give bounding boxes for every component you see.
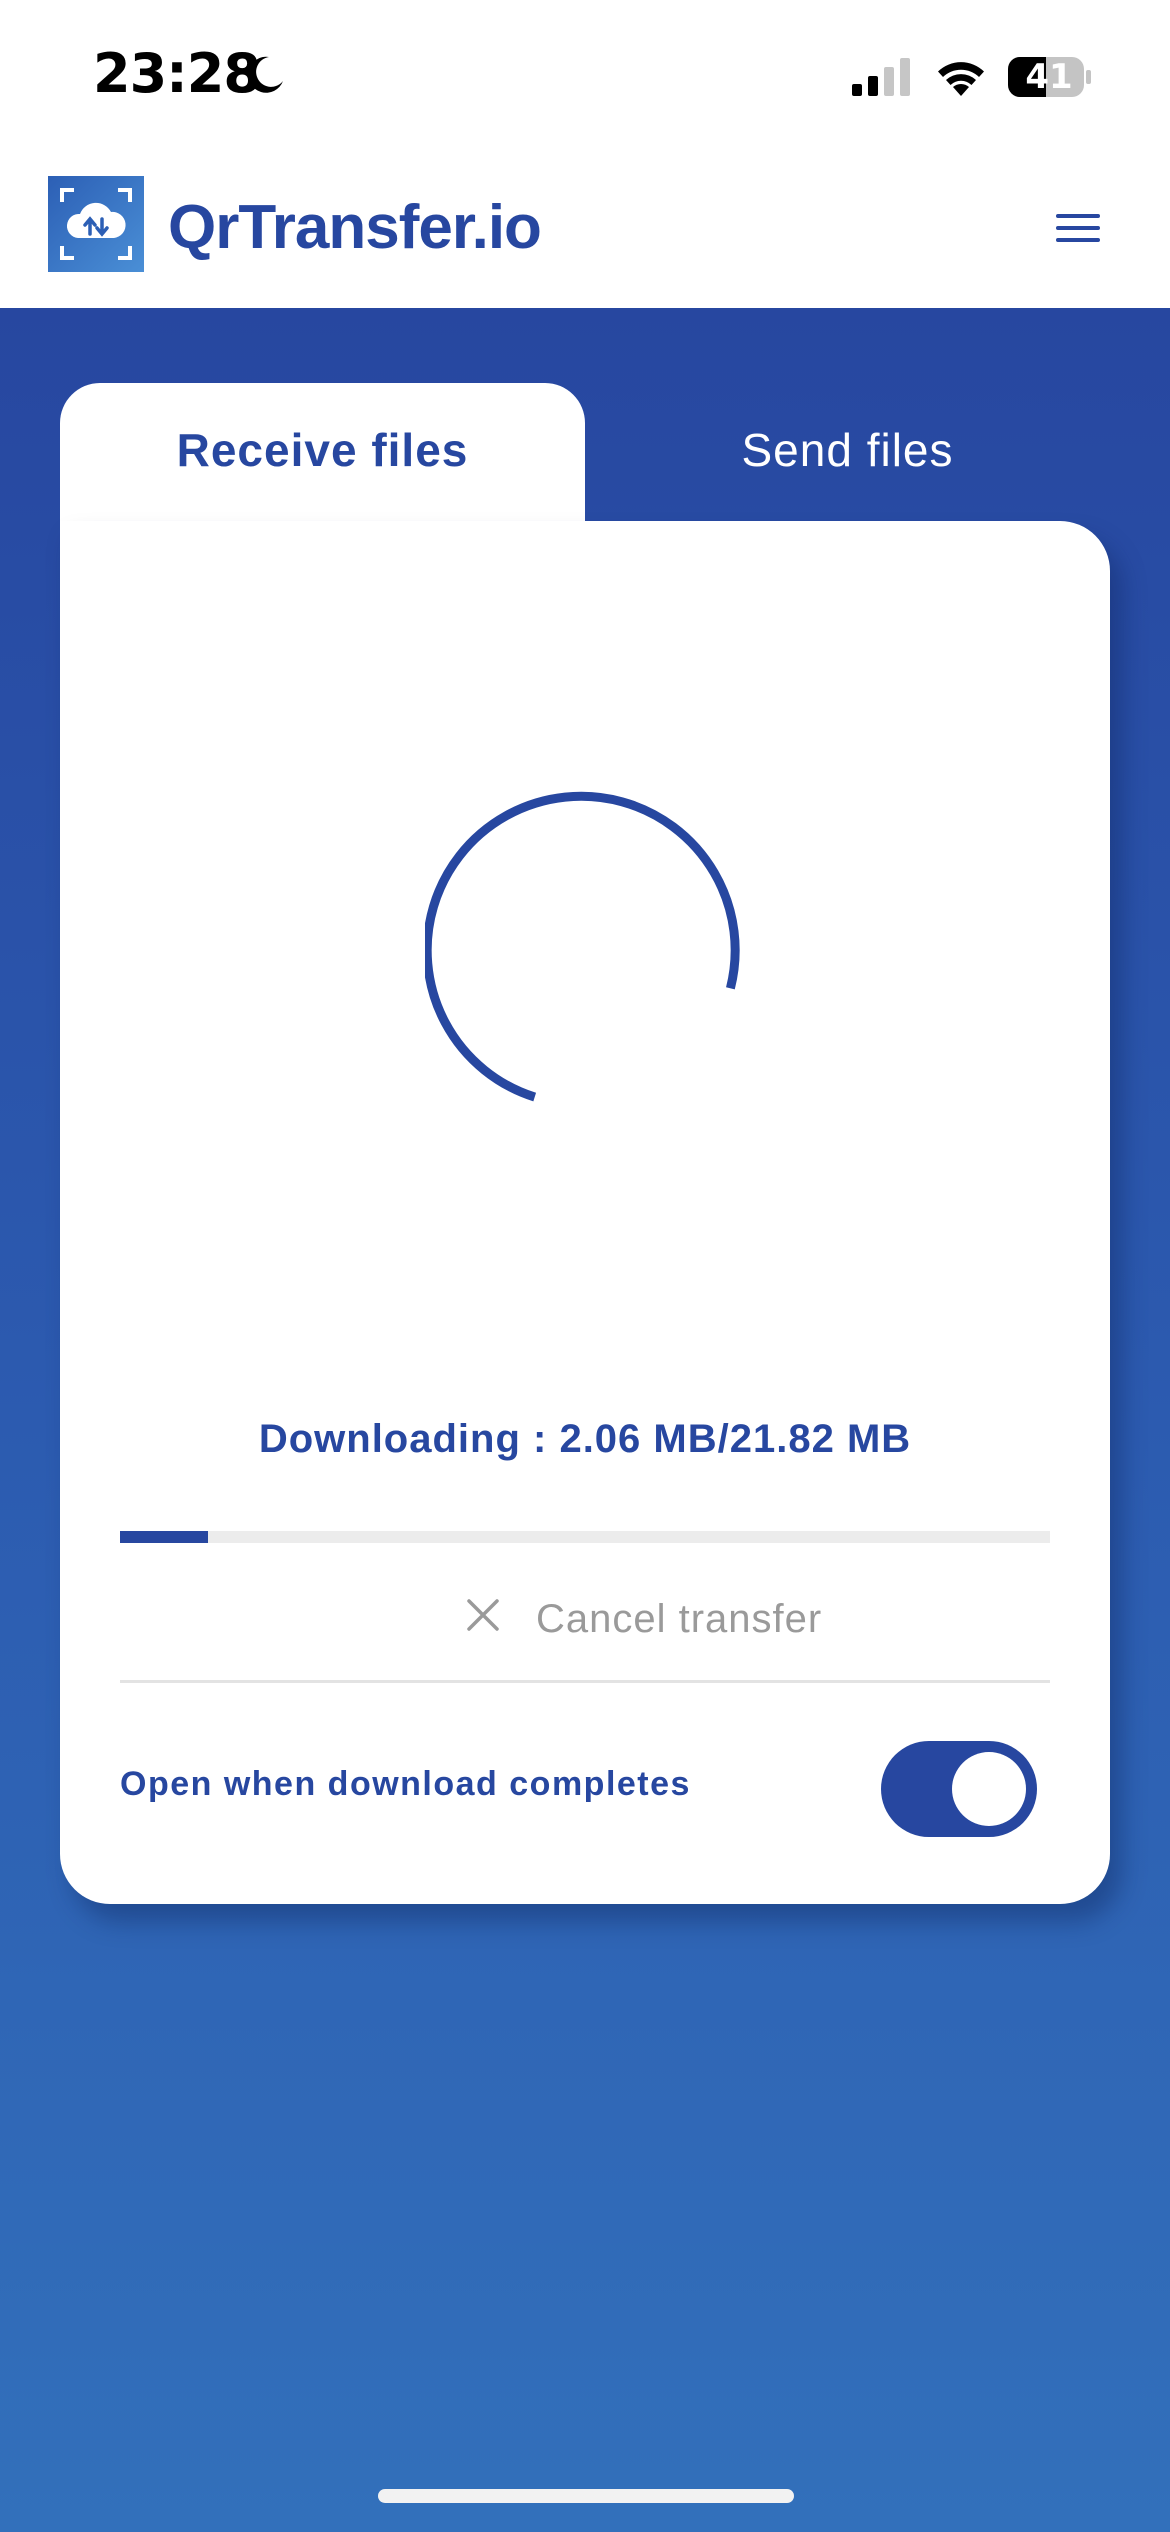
tab-receive-files[interactable]: Receive files bbox=[60, 383, 585, 543]
toggle-knob bbox=[952, 1752, 1026, 1826]
moon-icon bbox=[248, 56, 283, 93]
tab-receive-label: Receive files bbox=[176, 424, 469, 476]
signal-icon bbox=[852, 58, 910, 96]
divider bbox=[120, 1680, 1050, 1683]
transfer-card: Downloading : 2.06 MB/21.82 MB Cancel tr… bbox=[60, 521, 1110, 1904]
tab-send-files[interactable]: Send files bbox=[585, 383, 1110, 521]
close-icon bbox=[467, 1599, 499, 1631]
download-status-text: Downloading : 2.06 MB/21.82 MB bbox=[258, 1417, 912, 1461]
download-progress-bar bbox=[120, 1531, 1050, 1543]
tab-send-label: Send files bbox=[741, 424, 954, 476]
cancel-transfer-label: Cancel transfer bbox=[536, 1597, 823, 1641]
app-header: QrTransfer.io bbox=[0, 160, 1170, 308]
cloud-transfer-icon bbox=[48, 176, 144, 272]
wifi-icon bbox=[938, 62, 984, 96]
open-when-complete-toggle[interactable] bbox=[881, 1741, 1037, 1837]
status-bar: 23:28 41 bbox=[0, 0, 1170, 160]
brand-name[interactable]: QrTransfer.io bbox=[168, 192, 542, 263]
hamburger-menu-icon[interactable] bbox=[1054, 210, 1102, 246]
status-time: 23:28 bbox=[93, 42, 261, 105]
loading-spinner-icon bbox=[425, 791, 740, 1102]
home-indicator[interactable] bbox=[378, 2489, 794, 2503]
download-progress-fill bbox=[120, 1531, 208, 1543]
cancel-transfer-button[interactable]: Cancel transfer bbox=[120, 1571, 1050, 1669]
open-when-complete-label: Open when download completes bbox=[120, 1765, 691, 1803]
battery-level: 41 bbox=[1025, 57, 1073, 97]
